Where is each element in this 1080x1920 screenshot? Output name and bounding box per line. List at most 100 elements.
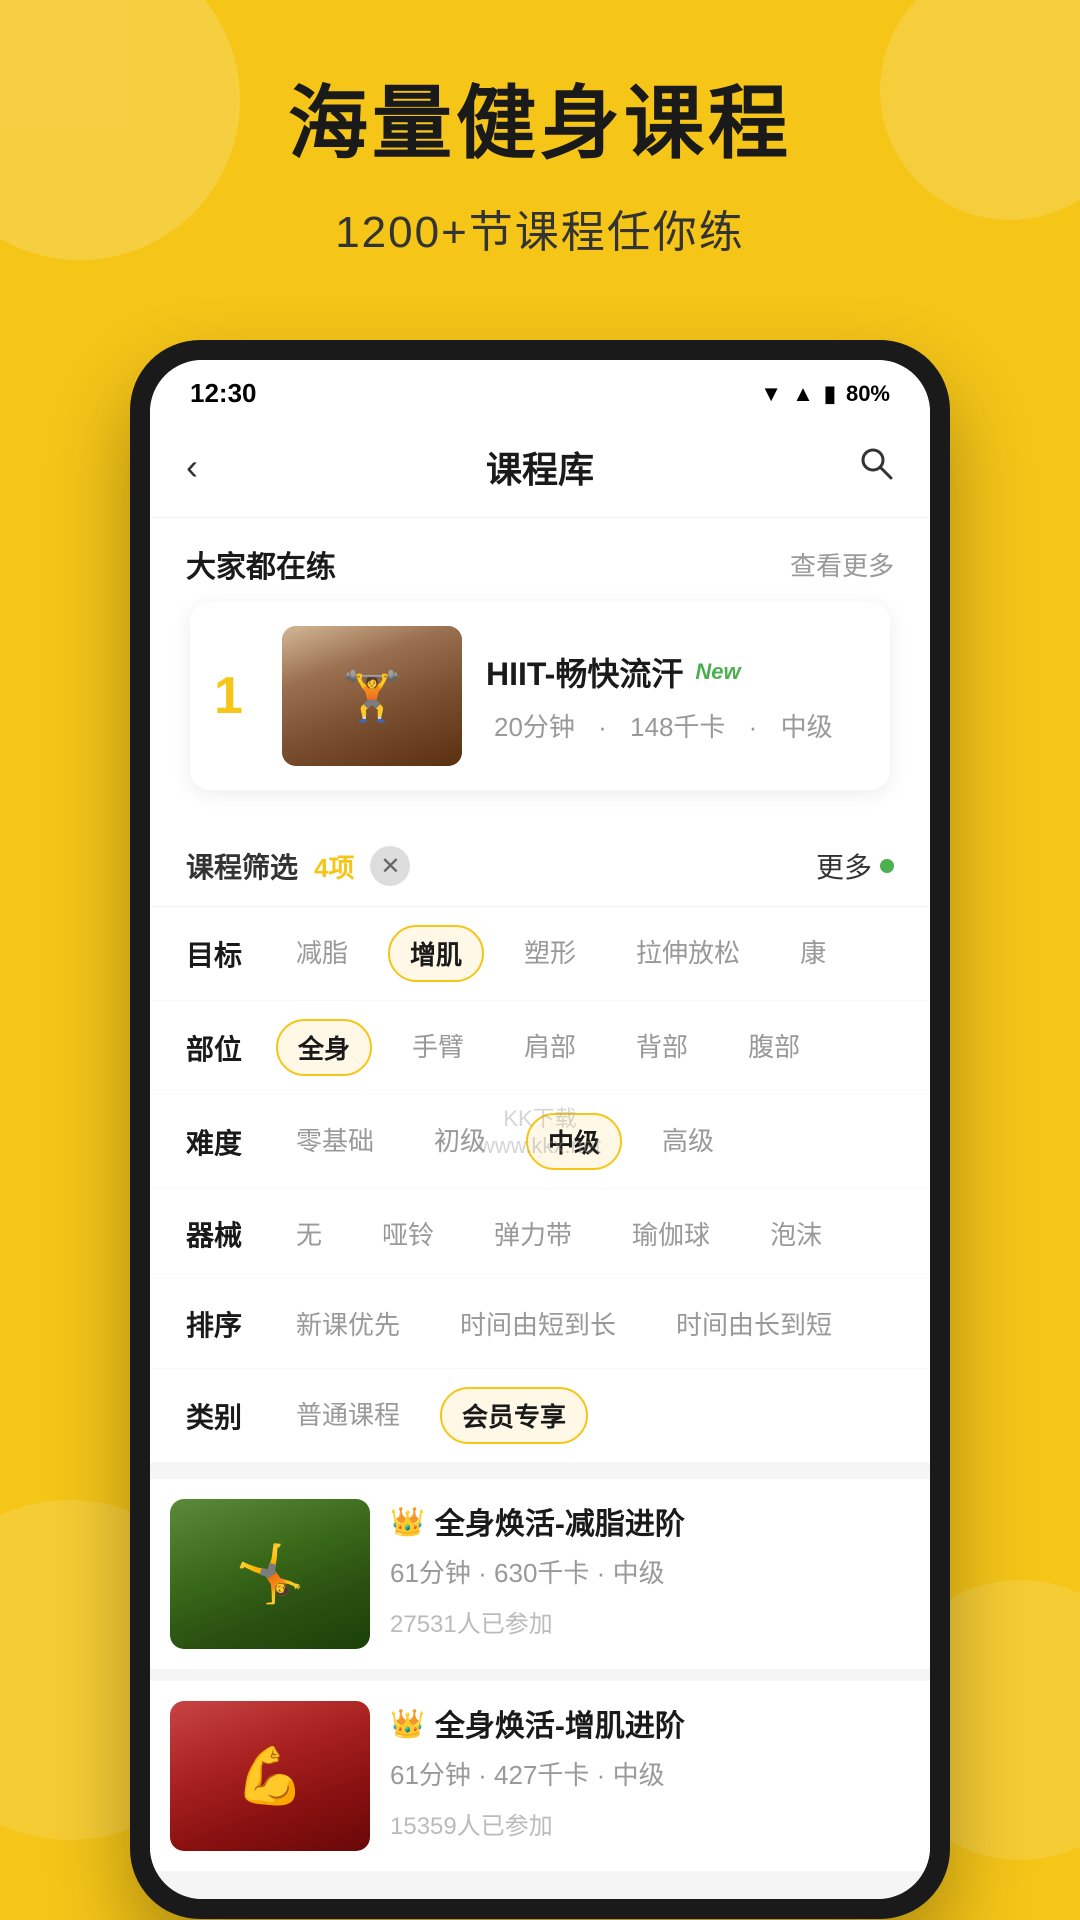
- filter-count: 4项: [314, 848, 354, 885]
- course-2-duration: 61分钟: [390, 1760, 471, 1790]
- course-name: HIIT-畅快流汗: [486, 649, 683, 695]
- filter-bodypart-label: 部位: [186, 1028, 276, 1068]
- filter-tag-muscle[interactable]: 增肌: [388, 925, 484, 982]
- filter-sort-label: 排序: [186, 1304, 276, 1344]
- filter-tag-fullbody[interactable]: 全身: [276, 1019, 372, 1076]
- filter-row-difficulty: 难度 零基础 初级 中级 高级: [150, 1095, 930, 1189]
- filter-tag-shoulders[interactable]: 肩部: [504, 1019, 596, 1076]
- filter-tag-band[interactable]: 弹力带: [474, 1207, 592, 1260]
- course-1-duration: 61分钟: [390, 1558, 471, 1588]
- course-2-participants: 15359人已参加: [390, 1806, 910, 1841]
- course-duration: 20分钟: [494, 712, 575, 742]
- course-1-dot2: ·: [597, 1558, 613, 1588]
- course-2-dot1: ·: [478, 1760, 494, 1790]
- battery-icon: ▮: [824, 381, 836, 407]
- course-1-dot1: ·: [478, 1558, 494, 1588]
- filter-tag-none[interactable]: 无: [276, 1207, 342, 1260]
- battery-level: 80%: [846, 381, 890, 407]
- filter-tag-normal[interactable]: 普通课程: [276, 1387, 420, 1444]
- dot-separator-1: ·: [598, 712, 614, 742]
- course-name-row: HIIT-畅快流汗 New: [486, 649, 866, 695]
- filter-tag-beginner0[interactable]: 零基础: [276, 1113, 394, 1170]
- course-level: 中级: [781, 712, 833, 742]
- course-1-participants: 27531人已参加: [390, 1604, 910, 1639]
- course-2-calories: 427千卡: [494, 1760, 589, 1790]
- course-1-info: 👑 全身焕活-减脂进阶 61分钟 · 630千卡 · 中级 27531人已参加: [390, 1499, 910, 1639]
- course-2-name: 全身焕活-增肌进阶: [435, 1701, 685, 1745]
- filter-label: 课程筛选: [186, 846, 298, 886]
- search-button[interactable]: [844, 445, 894, 490]
- filter-tag-rehab[interactable]: 康: [780, 925, 846, 982]
- course-thumbnail: [282, 626, 462, 766]
- page-wrapper: 海量健身课程 1200+节课程任你练 12:30 ▼ ▲ ▮ 80% ‹: [0, 0, 1080, 1920]
- filter-tag-advanced[interactable]: 高级: [642, 1113, 734, 1170]
- filter-goal-tags: 减脂 增肌 塑形 拉伸放松 康: [276, 925, 846, 982]
- hero-title: 海量健身课程: [40, 80, 1040, 168]
- rank-number: 1: [214, 666, 258, 726]
- filter-category-tags: 普通课程 会员专享: [276, 1387, 588, 1444]
- filter-tag-arms[interactable]: 手臂: [392, 1019, 484, 1076]
- popular-section-header: 大家都在练 查看更多: [150, 518, 930, 602]
- filter-tag-stretch[interactable]: 拉伸放松: [616, 925, 760, 982]
- course-2-name-row: 👑 全身焕活-增肌进阶: [390, 1701, 910, 1745]
- new-badge: New: [695, 659, 740, 685]
- vip-crown-icon-2: 👑: [390, 1707, 425, 1740]
- course-2-meta: 61分钟 · 427千卡 · 中级: [390, 1755, 910, 1792]
- filter-tag-vip[interactable]: 会员专享: [440, 1387, 588, 1444]
- filter-equipment-label: 器械: [186, 1214, 276, 1254]
- filter-sort-tags: 新课优先 时间由短到长 时间由长到短: [276, 1297, 852, 1350]
- filter-tag-shorter[interactable]: 时间由短到长: [440, 1297, 636, 1350]
- status-time: 12:30: [190, 378, 257, 409]
- filter-row-sort: 排序 新课优先 时间由短到长 时间由长到短: [150, 1279, 930, 1369]
- page-title: 课程库: [486, 441, 594, 493]
- course-1-calories: 630千卡: [494, 1558, 589, 1588]
- dot-separator-2: ·: [749, 712, 765, 742]
- back-button[interactable]: ‹: [186, 446, 236, 488]
- filter-more-label: 更多: [816, 846, 872, 886]
- see-more-button[interactable]: 查看更多: [790, 546, 894, 583]
- signal-icon: ▲: [792, 381, 814, 407]
- course-list: 👑 全身焕活-减脂进阶 61分钟 · 630千卡 · 中级 27531人已参加: [150, 1463, 930, 1899]
- filter-difficulty-label: 难度: [186, 1122, 276, 1162]
- filter-tag-fat[interactable]: 减脂: [276, 925, 368, 982]
- course-1-name: 全身焕活-减脂进阶: [435, 1499, 685, 1543]
- app-header: ‹ 课程库: [150, 421, 930, 518]
- filter-tag-dumbbell[interactable]: 哑铃: [362, 1207, 454, 1260]
- filter-tag-longer[interactable]: 时间由长到短: [656, 1297, 852, 1350]
- course-item-2[interactable]: 👑 全身焕活-增肌进阶 61分钟 · 427千卡 · 中级 15359人已参加: [150, 1681, 930, 1871]
- filter-tag-newest[interactable]: 新课优先: [276, 1297, 420, 1350]
- filter-more-button[interactable]: 更多: [816, 846, 894, 886]
- filter-tag-shape[interactable]: 塑形: [504, 925, 596, 982]
- course-item-1[interactable]: 👑 全身焕活-减脂进阶 61分钟 · 630千卡 · 中级 27531人已参加: [150, 1479, 930, 1669]
- course-info: HIIT-畅快流汗 New 20分钟 · 148千卡 · 中级: [486, 649, 866, 744]
- popular-section-title: 大家都在练: [186, 542, 336, 586]
- course-2-dot2: ·: [597, 1760, 613, 1790]
- phone-mockup: 12:30 ▼ ▲ ▮ 80% ‹ 课程库: [130, 340, 950, 1919]
- filter-equipment-tags: 无 哑铃 弹力带 瑜伽球 泡沫: [276, 1207, 842, 1260]
- hero-section: 海量健身课程 1200+节课程任你练: [0, 0, 1080, 300]
- hero-subtitle: 1200+节课程任你练: [40, 196, 1040, 260]
- filter-category-label: 类别: [186, 1396, 276, 1436]
- course-2-info: 👑 全身焕活-增肌进阶 61分钟 · 427千卡 · 中级 15359人已参加: [390, 1701, 910, 1841]
- featured-course-card[interactable]: 1 HIIT-畅快流汗 New 20分钟 ·: [190, 602, 890, 790]
- filter-tag-abs[interactable]: 腹部: [728, 1019, 820, 1076]
- course-image: [282, 626, 462, 766]
- filter-tag-yogaball[interactable]: 瑜伽球: [612, 1207, 730, 1260]
- vip-crown-icon-1: 👑: [390, 1505, 425, 1538]
- filter-tag-intermediate[interactable]: 中级: [526, 1113, 622, 1170]
- filter-tag-foam[interactable]: 泡沫: [750, 1207, 842, 1260]
- filter-row-equipment: 器械 无 哑铃 弹力带 瑜伽球 泡沫: [150, 1189, 930, 1279]
- course-1-meta: 61分钟 · 630千卡 · 中级: [390, 1553, 910, 1590]
- filter-difficulty-tags: 零基础 初级 中级 高级: [276, 1113, 734, 1170]
- filter-left: 课程筛选 4项 ✕: [186, 846, 410, 886]
- filter-goal-label: 目标: [186, 934, 276, 974]
- course-calories: 148千卡: [630, 712, 725, 742]
- filter-clear-button[interactable]: ✕: [370, 846, 410, 886]
- filter-tag-back[interactable]: 背部: [616, 1019, 708, 1076]
- filter-row-bodypart: 部位 全身 手臂 肩部 背部 腹部: [150, 1001, 930, 1095]
- course-1-level: 中级: [613, 1558, 665, 1588]
- course-1-name-row: 👑 全身焕活-减脂进阶: [390, 1499, 910, 1543]
- filter-bodypart-tags: 全身 手臂 肩部 背部 腹部: [276, 1019, 820, 1076]
- filter-bar: 课程筛选 4项 ✕ 更多: [150, 826, 930, 907]
- filter-tag-beginner[interactable]: 初级: [414, 1113, 506, 1170]
